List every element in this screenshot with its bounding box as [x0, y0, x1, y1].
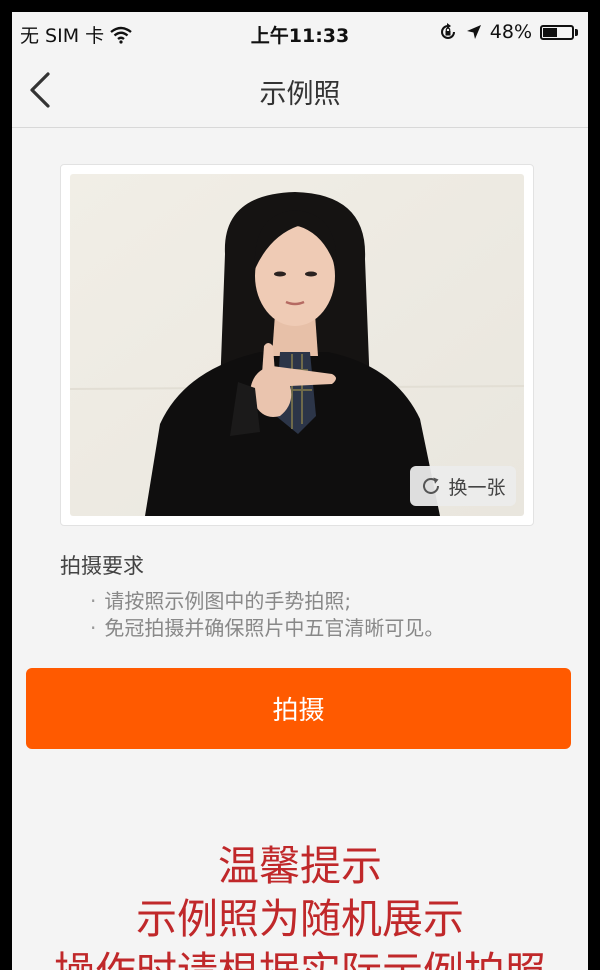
swap-photo-label: 换一张: [448, 476, 506, 499]
status-right: 48%: [438, 21, 578, 43]
notice-text: 温馨提示 示例照为随机展示 操作时请根据实际示例拍照: [12, 840, 588, 970]
refresh-icon: [423, 477, 440, 494]
status-bar: 无 SIM 卡 上午11:33 48%: [12, 12, 588, 52]
notice-line: 温馨提示: [218, 842, 382, 890]
battery-percent: 48%: [489, 21, 532, 43]
notice-line: 操作时请根据实际示例拍照: [12, 946, 588, 970]
notice-line: 示例照为随机展示: [136, 895, 464, 943]
phone-screen: 无 SIM 卡 上午11:33 48% 示例照 换一张 拍摄要求 · 请按照示例…: [12, 12, 588, 970]
location-arrow-icon: [466, 25, 481, 39]
example-photo: 换一张: [70, 174, 524, 516]
battery-icon: [540, 24, 578, 40]
swap-photo-button[interactable]: 换一张: [410, 466, 516, 506]
requirement-item: 请按照示例图中的手势拍照;: [90, 588, 444, 615]
requirements-list: 请按照示例图中的手势拍照; 免冠拍摄并确保照片中五官清晰可见。: [90, 588, 444, 642]
requirement-item: 免冠拍摄并确保照片中五官清晰可见。: [90, 615, 444, 642]
example-photo-card: 换一张: [60, 164, 534, 526]
page-title: 示例照: [259, 79, 341, 110]
lock-rotation-icon: [440, 23, 455, 39]
capture-button[interactable]: 拍摄: [26, 668, 571, 749]
nav-bar: 示例照: [12, 52, 588, 128]
requirements-title: 拍摄要求: [60, 554, 144, 578]
